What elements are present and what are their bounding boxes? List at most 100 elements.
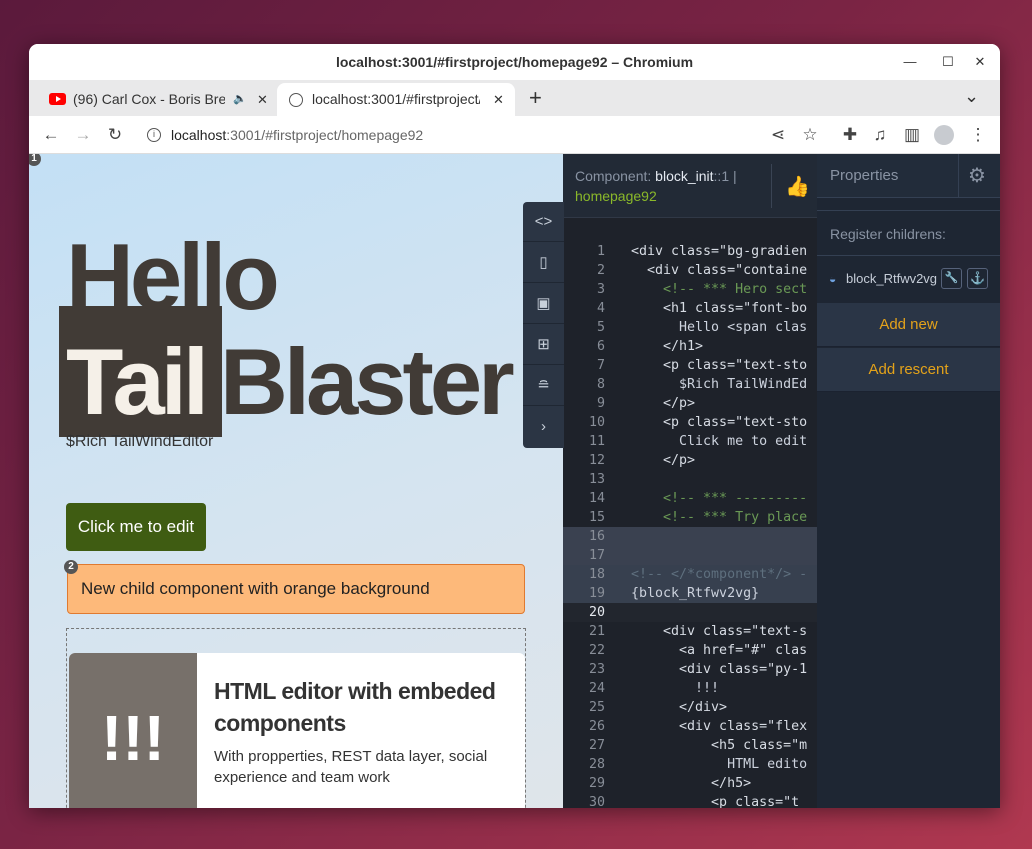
extensions-icon[interactable]: ✚ — [837, 116, 863, 154]
card-image: !!! — [69, 653, 197, 808]
reload-icon[interactable]: ↻ — [101, 116, 129, 154]
grid-icon[interactable]: ⊞ — [523, 325, 564, 365]
gear-icon[interactable]: ⚙ — [968, 163, 986, 188]
line-number: 28 — [588, 757, 605, 772]
code-line[interactable]: 24 !!! — [563, 679, 817, 698]
audio-icon[interactable]: 🔈 — [233, 83, 247, 116]
line-number: 8 — [596, 377, 605, 392]
component-icon: ◒ — [829, 272, 837, 286]
click-me-button[interactable]: Click me to edit — [66, 503, 206, 551]
file-icon[interactable]: ▯ — [523, 243, 564, 283]
code-line[interactable]: 16 — [563, 527, 817, 546]
line-number: 25 — [588, 700, 605, 715]
code-line[interactable]: 23 <div class="py-1 — [563, 660, 817, 679]
bookmark-star-icon[interactable]: ☆ — [797, 116, 823, 154]
code-line[interactable]: 8 $Rich TailWindEd — [563, 375, 817, 394]
component-badge[interactable]: 1 — [29, 154, 41, 166]
add-new-button[interactable]: Add new — [817, 303, 1000, 347]
code-line[interactable]: 5 Hello <span clas — [563, 318, 817, 337]
code-line[interactable]: 17 — [563, 546, 817, 565]
anchor-icon[interactable]: ⚓ — [967, 268, 988, 289]
editor-sidebar: <> ▯ ▣ ⊞ ≘ › — [523, 202, 564, 448]
code-text: <p class="text-sto — [631, 415, 808, 430]
child-badge[interactable]: 2 — [64, 560, 78, 574]
code-line[interactable]: 26 <div class="flex — [563, 717, 817, 736]
code-line[interactable]: 19 {block_Rtfwv2vg} — [563, 584, 817, 603]
line-number: 29 — [588, 776, 605, 791]
code-line[interactable]: 25 </div> — [563, 698, 817, 717]
code-line[interactable]: 13 — [563, 470, 817, 489]
tab-search-button[interactable]: ⌄ — [964, 80, 979, 112]
add-recent-button[interactable]: Add rescent — [817, 348, 1000, 392]
code-line[interactable]: 2 <div class="containe — [563, 261, 817, 280]
hero-hello[interactable]: Hello — [66, 230, 280, 324]
address-bar[interactable]: i localhost:3001/#firstproject/homepage9… — [139, 121, 759, 149]
code-line[interactable]: 1 <div class="bg-gradien — [563, 242, 817, 261]
save-icon[interactable]: ▣ — [523, 284, 564, 324]
menu-icon[interactable]: ⋮ — [965, 116, 991, 154]
code-line[interactable]: 15 <!-- *** Try place — [563, 508, 817, 527]
component-name[interactable]: block_init — [655, 168, 713, 184]
code-line[interactable]: 28 HTML edito — [563, 755, 817, 774]
code-line[interactable]: 20 — [563, 603, 817, 622]
tab-localhost[interactable]: localhost:3001/#firstproject/homepage92 … — [277, 83, 515, 116]
code-line[interactable]: 9 </p> — [563, 394, 817, 413]
code-line[interactable]: 4 <h1 class="font-bo — [563, 299, 817, 318]
line-number: 24 — [588, 681, 605, 696]
card-title: HTML editor with embeded components — [214, 678, 496, 736]
hero-subtitle[interactable]: $Rich TailWindEditor — [66, 433, 213, 451]
tab-title: (96) Carl Cox - Boris Brejcha — [73, 91, 225, 107]
code-line[interactable]: 18 <!-- </*component*/> - — [563, 565, 817, 584]
hero-blaster[interactable]: Blaster — [220, 335, 515, 429]
code-icon[interactable]: <> — [523, 202, 564, 242]
new-tab-button[interactable]: + — [529, 80, 542, 116]
code-line[interactable]: 22 <a href="#" clas — [563, 641, 817, 660]
code-text: </p> — [631, 396, 696, 411]
code-line[interactable]: 30 <p class="t — [563, 793, 817, 808]
tab-title: localhost:3001/#firstproject/homepage92 — [312, 91, 480, 107]
code-line[interactable]: 10 <p class="text-sto — [563, 413, 817, 432]
page-link[interactable]: homepage92 — [575, 188, 657, 204]
code-line[interactable]: 12 </p> — [563, 451, 817, 470]
code-line[interactable]: 7 <p class="text-sto — [563, 356, 817, 375]
line-number: 12 — [588, 453, 605, 468]
info-icon[interactable]: i — [147, 128, 161, 142]
database-icon[interactable]: ≘ — [523, 366, 564, 406]
line-number: 19 — [588, 586, 605, 601]
minimize-button[interactable]: — — [891, 44, 929, 80]
thumbs-up-icon[interactable]: 👍 — [785, 174, 810, 199]
forward-icon[interactable]: → — [69, 116, 97, 154]
code-line[interactable]: 29 </h5> — [563, 774, 817, 793]
window-titlebar: localhost:3001/#firstproject/homepage92 … — [29, 44, 1000, 80]
feature-card[interactable]: !!! HTML editor with embeded components … — [69, 653, 525, 808]
side-panel-icon[interactable]: ▥ — [899, 116, 925, 154]
tab-close-icon[interactable]: ✕ — [257, 83, 268, 116]
code-line[interactable]: 3 <!-- *** Hero sect — [563, 280, 817, 299]
back-icon[interactable]: ← — [37, 116, 65, 154]
line-number: 6 — [596, 339, 605, 354]
code-line[interactable]: 11 Click me to edit — [563, 432, 817, 451]
line-number: 7 — [596, 358, 605, 373]
orange-child-component[interactable]: New child component with orange backgrou… — [67, 564, 525, 614]
close-window-button[interactable]: ✕ — [961, 44, 999, 80]
hero-tail[interactable]: Tail — [66, 335, 209, 429]
media-control-icon[interactable]: ♫ — [867, 116, 893, 154]
window-title: localhost:3001/#firstproject/homepage92 … — [335, 54, 694, 70]
tab-youtube[interactable]: (96) Carl Cox - Boris Brejcha 🔈 ✕ — [37, 83, 277, 116]
code-area[interactable]: 1 <div class="bg-gradien 2 <div class="con… — [563, 218, 817, 808]
code-editor: Component: block_init::1 | homepage92 👍 … — [563, 154, 817, 808]
code-text: <!-- *** Try place — [631, 510, 808, 525]
code-line[interactable]: 6 </h1> — [563, 337, 817, 356]
chevron-right-icon[interactable]: › — [523, 407, 564, 447]
wrench-icon[interactable]: 🔧 — [941, 268, 962, 289]
code-line[interactable]: 27 <h5 class="m — [563, 736, 817, 755]
share-icon[interactable]: ⋖ — [765, 116, 791, 154]
child-component-name[interactable]: block_Rtfwv2vg — [846, 271, 937, 286]
code-line[interactable]: 21 <div class="text-s — [563, 622, 817, 641]
browser-toolbar: ← → ↻ i localhost:3001/#firstproject/hom… — [29, 116, 1000, 154]
profile-avatar[interactable] — [934, 125, 954, 145]
code-line[interactable]: 14 <!-- *** --------- — [563, 489, 817, 508]
tab-close-icon[interactable]: ✕ — [493, 83, 504, 116]
tab-strip: (96) Carl Cox - Boris Brejcha 🔈 ✕ localh… — [29, 80, 1000, 116]
code-text: <div class="bg-gradien — [631, 244, 808, 259]
